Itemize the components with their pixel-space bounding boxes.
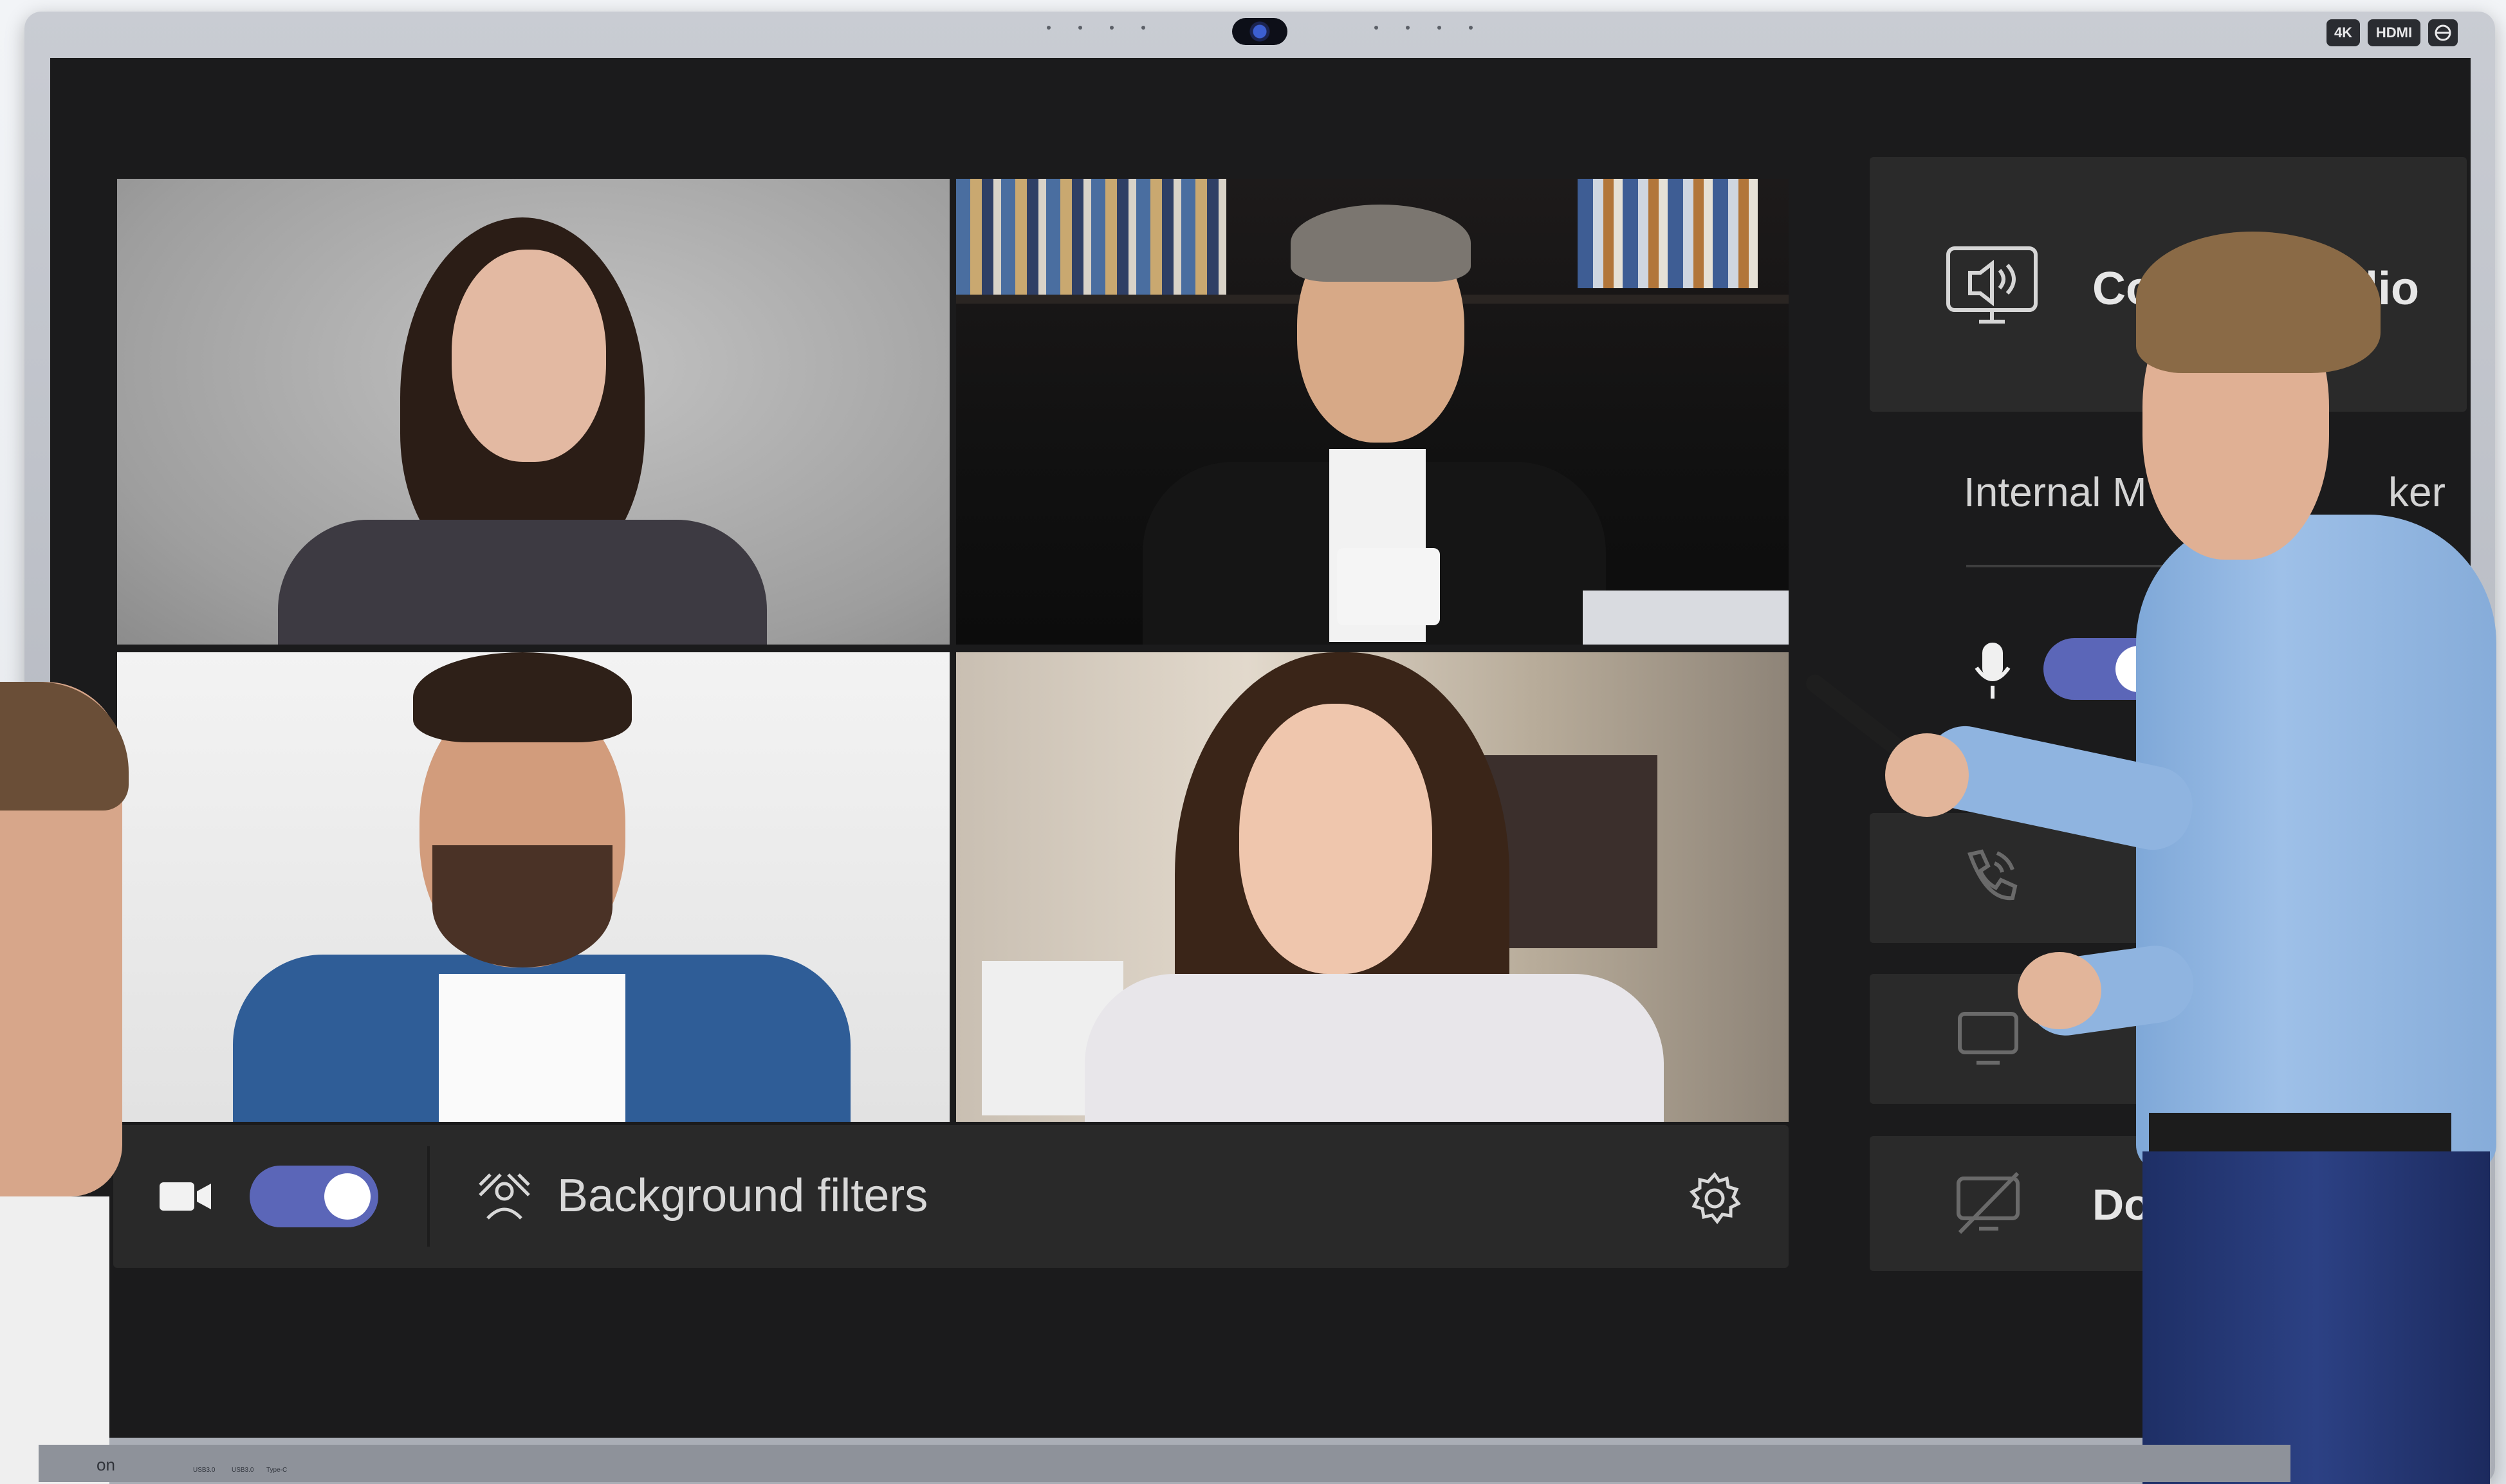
brand-label: on	[97, 1455, 115, 1474]
presenter-torso	[2136, 515, 2496, 1171]
video-tile-participant-3[interactable]	[117, 652, 950, 1122]
typec-port: Type-C	[266, 1467, 288, 1474]
video-camera-icon	[158, 1178, 212, 1218]
background-filters-label[interactable]: Background filters	[557, 1169, 928, 1222]
background-filters-icon[interactable]	[477, 1172, 531, 1224]
camera-toggle[interactable]	[250, 1166, 378, 1227]
phone-audio-icon	[1957, 845, 2022, 913]
speaker-label-start: Internal M	[1964, 469, 2147, 515]
video-tile-participant-4[interactable]	[956, 652, 1789, 1122]
video-tile-participant-1[interactable]	[117, 179, 950, 645]
bottom-bezel	[39, 1445, 2290, 1482]
monitor-icon	[1957, 1011, 2019, 1070]
usb-port-2: USB3.0	[232, 1467, 254, 1474]
video-tile-participant-2[interactable]	[956, 179, 1789, 645]
presenter-hand	[1885, 733, 1969, 817]
globe-icon	[2428, 19, 2458, 46]
left-person-shirt	[0, 1196, 109, 1484]
webcam-icon	[1232, 18, 1287, 45]
settings-gear-icon[interactable]	[1687, 1171, 1742, 1229]
room-audio-icon	[1944, 244, 2040, 329]
4k-badge: 4K	[2326, 19, 2360, 46]
presenter-hand-lower	[2018, 952, 2101, 1029]
no-video-icon	[1953, 1171, 2024, 1238]
microphone-icon	[1971, 642, 2014, 704]
hdmi-badge: HDMI	[2368, 19, 2420, 46]
usb-port-1: USB3.0	[193, 1467, 216, 1474]
speaker-label-end: ker	[2388, 469, 2446, 515]
presenter-trousers	[2142, 1151, 2490, 1484]
toolbar-divider	[427, 1146, 430, 1247]
